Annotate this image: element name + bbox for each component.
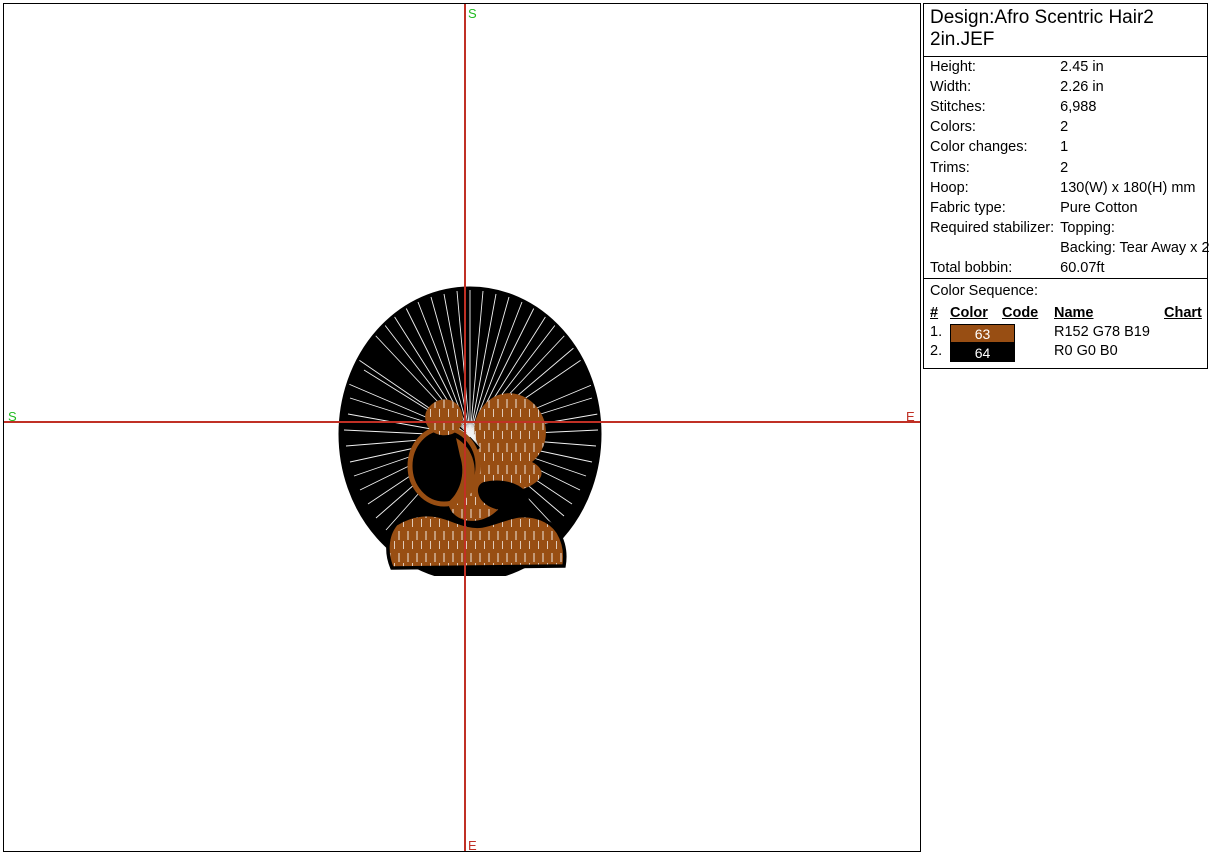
color-sequence-row[interactable]: 1.63 R152 G78 B19 [924,324,1207,343]
column-header-code: Code [1002,304,1054,324]
color-sequence-table: # Color Code Name Chart 1.63 R152 G78 B19… [924,304,1207,362]
property-label: Colors: [924,117,1054,137]
property-row: Total bobbin:60.07ft [924,258,1210,278]
end-marker-bottom: E [468,839,477,852]
property-value: 2.45 in [1054,57,1209,77]
color-row-index: 1. [924,324,950,343]
property-value: 1 [1054,137,1209,157]
column-header-index: # [924,304,950,324]
property-value: Topping: [1054,218,1209,238]
column-header-color: Color [950,304,1002,324]
design-canvas[interactable]: S E S E [3,3,921,852]
property-row: Hoop:130(W) x 180(H) mm [924,178,1210,198]
color-row-index: 2. [924,343,950,362]
property-value: 130(W) x 180(H) mm [1054,178,1209,198]
axis-line-vertical [464,4,466,852]
property-label: Height: [924,57,1054,77]
property-label: Total bobbin: [924,258,1054,278]
property-label: Width: [924,77,1054,97]
property-row: Required stabilizer:Topping: [924,218,1210,238]
embroidery-design-preview [334,286,606,576]
start-marker-left: S [8,410,17,423]
hoop-earring-shape [410,428,478,505]
start-marker-top: S [468,7,477,20]
property-row: Height:2.45 in [924,57,1210,77]
property-label: Fabric type: [924,198,1054,218]
property-value: 60.07ft [1054,258,1209,278]
property-label: Required stabilizer: [924,218,1054,238]
color-swatch[interactable]: 64 [950,343,1015,362]
column-header-name: Name [1054,304,1164,324]
property-row: Width:2.26 in [924,77,1210,97]
color-swatch[interactable]: 63 [950,324,1015,343]
end-marker-right: E [906,410,915,423]
color-row-name: R152 G78 B19 [1054,324,1164,343]
color-row-chart [1164,324,1207,343]
color-swatch-cell[interactable]: 63 [950,324,1054,343]
color-sequence-section: Color Sequence: # Color Code Name Chart … [924,278,1207,367]
color-sequence-row[interactable]: 2.64 R0 G0 B0 [924,343,1207,362]
color-sequence-heading: Color Sequence: [924,281,1207,304]
color-row-name: R0 G0 B0 [1054,343,1164,362]
property-value: 6,988 [1054,97,1209,117]
property-label: Color changes: [924,137,1054,157]
property-value: Backing: Tear Away x 2 [1054,238,1209,258]
property-value: 2.26 in [1054,77,1209,97]
property-row: Colors:2 [924,117,1210,137]
color-table-header-row: # Color Code Name Chart [924,304,1207,324]
property-label: Hoop: [924,178,1054,198]
property-row: Backing: Tear Away x 2 [924,238,1210,258]
property-label: Stitches: [924,97,1054,117]
property-row: Fabric type:Pure Cotton [924,198,1210,218]
property-value: 2 [1054,158,1209,178]
property-value: Pure Cotton [1054,198,1209,218]
property-value: 2 [1054,117,1209,137]
property-row: Stitches:6,988 [924,97,1210,117]
design-info-panel: Design:Afro Scentric Hair2 2in.JEF Heigh… [923,3,1208,369]
property-row: Color changes:1 [924,137,1210,157]
property-label: Trims: [924,158,1054,178]
axis-line-horizontal [4,421,921,423]
design-properties-table: Height:2.45 inWidth:2.26 inStitches:6,98… [924,57,1210,279]
property-label [924,238,1054,258]
design-title: Design:Afro Scentric Hair2 2in.JEF [924,4,1207,57]
color-row-chart [1164,343,1207,362]
column-header-chart: Chart [1164,304,1207,324]
color-swatch-cell[interactable]: 64 [950,343,1054,362]
property-row: Trims:2 [924,158,1210,178]
